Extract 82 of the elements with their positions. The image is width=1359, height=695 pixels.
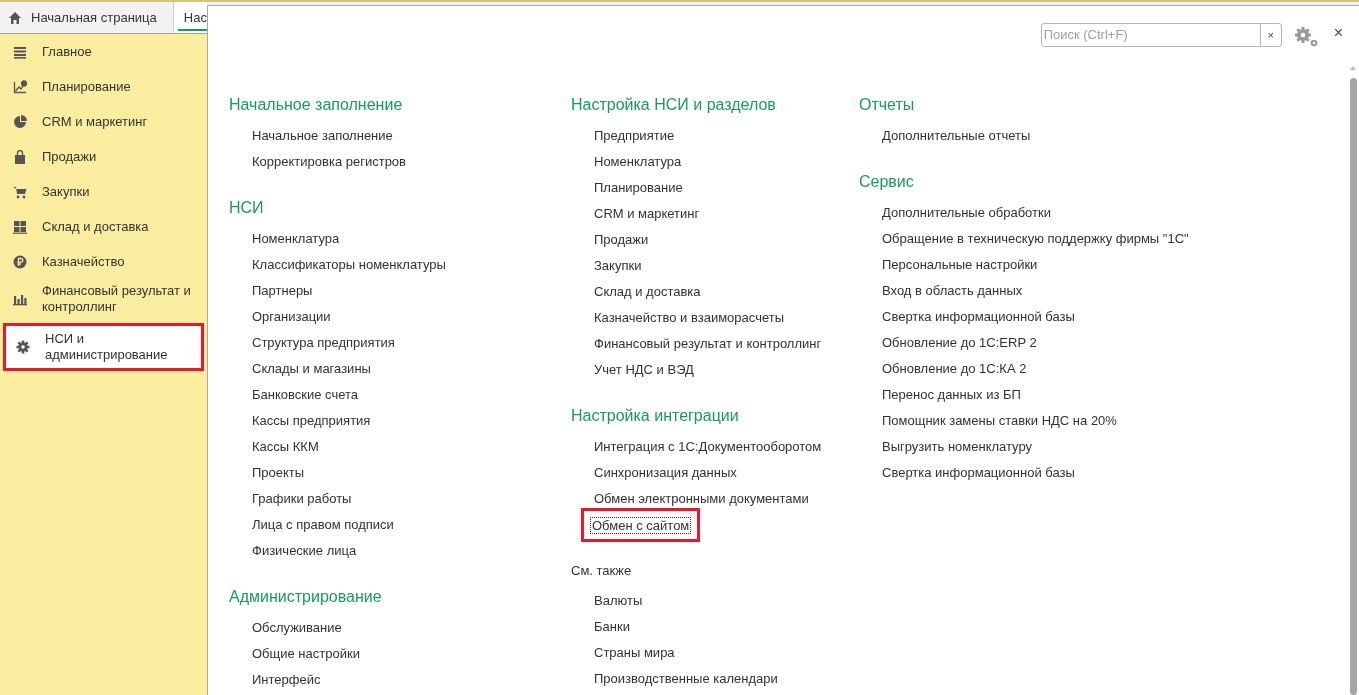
menu-link[interactable]: Интерфейс xyxy=(250,669,323,691)
sidebar-item[interactable]: Казначейство xyxy=(0,244,207,279)
menu-link[interactable]: Лица с правом подписи xyxy=(250,514,396,536)
menu-link[interactable]: Дополнительные обработки xyxy=(880,202,1053,224)
home-icon xyxy=(8,10,22,25)
menu-link[interactable]: Номенклатура xyxy=(250,228,342,250)
menu-link[interactable]: Проекты xyxy=(250,462,307,484)
menu-link[interactable]: Номенклатура xyxy=(592,151,684,173)
sidebar-item[interactable]: Продажи xyxy=(0,139,207,174)
menu-link[interactable]: Валюты xyxy=(592,590,645,612)
menu-link[interactable]: Обновление до 1С:КА 2 xyxy=(880,358,1029,380)
menu-link[interactable]: Дополнительные отчеты xyxy=(880,125,1033,147)
cart-icon xyxy=(13,184,27,199)
menu-link[interactable]: Финансовый результат и контроллинг xyxy=(592,333,824,355)
menu-link[interactable]: Банки xyxy=(592,616,632,638)
menu-link[interactable]: Вход в область данных xyxy=(880,280,1025,302)
search-field[interactable]: Поиск (Ctrl+F) × xyxy=(1040,23,1282,47)
section-heading: Администрирование xyxy=(229,587,383,607)
menu-link[interactable]: Обмен электронными документами xyxy=(592,488,811,510)
menu-link[interactable]: Продажи xyxy=(592,229,651,251)
menu-link[interactable]: Классификаторы номенклатуры xyxy=(250,254,448,276)
menu-link[interactable]: Закупки xyxy=(592,255,644,277)
menu-icon xyxy=(13,44,27,59)
menu-link[interactable]: Казначейство и взаиморасчеты xyxy=(592,307,786,329)
menu-link[interactable]: Кассы предприятия xyxy=(250,410,373,432)
section-heading: См. также xyxy=(571,562,633,580)
menu-link[interactable]: CRM и маркетинг xyxy=(592,203,702,225)
close-button[interactable]: × xyxy=(1333,25,1343,41)
settings-icon[interactable] xyxy=(1293,26,1320,48)
menu-link[interactable]: Структура предприятия xyxy=(250,332,397,354)
menu-link[interactable]: Персональные настройки xyxy=(880,254,1040,276)
scroll-up-icon[interactable] xyxy=(1350,66,1356,70)
menu-link[interactable]: Начальное заполнение xyxy=(250,125,395,147)
menu-link[interactable]: Учет НДС и ВЭД xyxy=(592,359,696,381)
clear-button[interactable]: × xyxy=(1259,24,1281,46)
menu-link[interactable]: Синхронизация данных xyxy=(592,462,739,484)
sidebar-item[interactable]: Финансовый результат и контроллинг xyxy=(0,279,207,319)
sidebar-item[interactable]: Закупки xyxy=(0,174,207,209)
menu-link[interactable]: Обновление до 1С:ERP 2 xyxy=(880,332,1039,354)
grid-icon xyxy=(13,219,27,234)
ruble-icon xyxy=(13,254,27,269)
menu-link[interactable]: Помощник замены ставки НДС на 20% xyxy=(880,410,1119,432)
sidebar-item[interactable]: НСИ и администрирование xyxy=(3,323,204,371)
menu-link[interactable]: Обращение в техническую поддержку фирмы "1С" xyxy=(880,228,1191,250)
menu-link[interactable]: Общие настройки xyxy=(250,643,362,665)
section-heading: Настройка интеграции xyxy=(571,406,740,426)
sidebar-item[interactable]: Планирование xyxy=(0,69,207,104)
menu-link[interactable]: Банковские счета xyxy=(250,384,361,406)
sidebar-item[interactable]: Склад и доставка xyxy=(0,209,207,244)
menu-link[interactable]: Обслуживание xyxy=(250,617,344,639)
menu-link[interactable]: Графики работы xyxy=(250,488,354,510)
menu-link[interactable]: Предприятие xyxy=(592,125,677,147)
bag-icon xyxy=(13,149,27,164)
chart-icon xyxy=(13,79,27,94)
section-heading: НСИ xyxy=(229,198,265,218)
menu-link[interactable]: Страны мира xyxy=(592,642,677,664)
tab[interactable]: Нас xyxy=(173,2,208,33)
section-heading: Сервис xyxy=(859,172,915,192)
section-heading: Отчеты xyxy=(859,95,916,115)
menu-link[interactable]: Корректировка регистров xyxy=(250,151,408,173)
menu-link[interactable]: Интеграция с 1С:Документооборотом xyxy=(592,436,824,458)
menu-link[interactable]: Свертка информационной базы xyxy=(880,306,1077,328)
gear-icon xyxy=(16,340,30,354)
menu-link[interactable]: Обмен с сайтом xyxy=(590,517,692,534)
menu-link[interactable]: Планирование xyxy=(592,177,685,199)
menu-link[interactable]: Выгрузить номенклатуру xyxy=(880,436,1035,458)
menu-link[interactable]: Партнеры xyxy=(250,280,315,302)
menu-link[interactable]: Производственные календари xyxy=(592,668,780,690)
menu-link[interactable]: Кассы ККМ xyxy=(250,436,321,458)
tab[interactable]: Начальная страница xyxy=(0,2,174,33)
menu-link[interactable]: Организации xyxy=(250,306,333,328)
menu-link[interactable]: Склад и доставка xyxy=(592,281,703,303)
menu-link[interactable]: Свертка информационной базы xyxy=(880,462,1077,484)
menu-link[interactable]: Склады и магазины xyxy=(250,358,373,380)
section-heading: Начальное заполнение xyxy=(229,95,404,115)
bar-chart-icon xyxy=(13,292,27,306)
section-heading: Настройка НСИ и разделов xyxy=(571,95,777,115)
pie-chart-icon xyxy=(13,114,27,129)
menu-link[interactable]: Физические лица xyxy=(250,540,359,562)
sidebar-item[interactable]: Главное xyxy=(0,34,207,69)
menu-link[interactable]: Перенос данных из БП xyxy=(880,384,1023,406)
sidebar-item[interactable]: CRM и маркетинг xyxy=(0,104,207,139)
